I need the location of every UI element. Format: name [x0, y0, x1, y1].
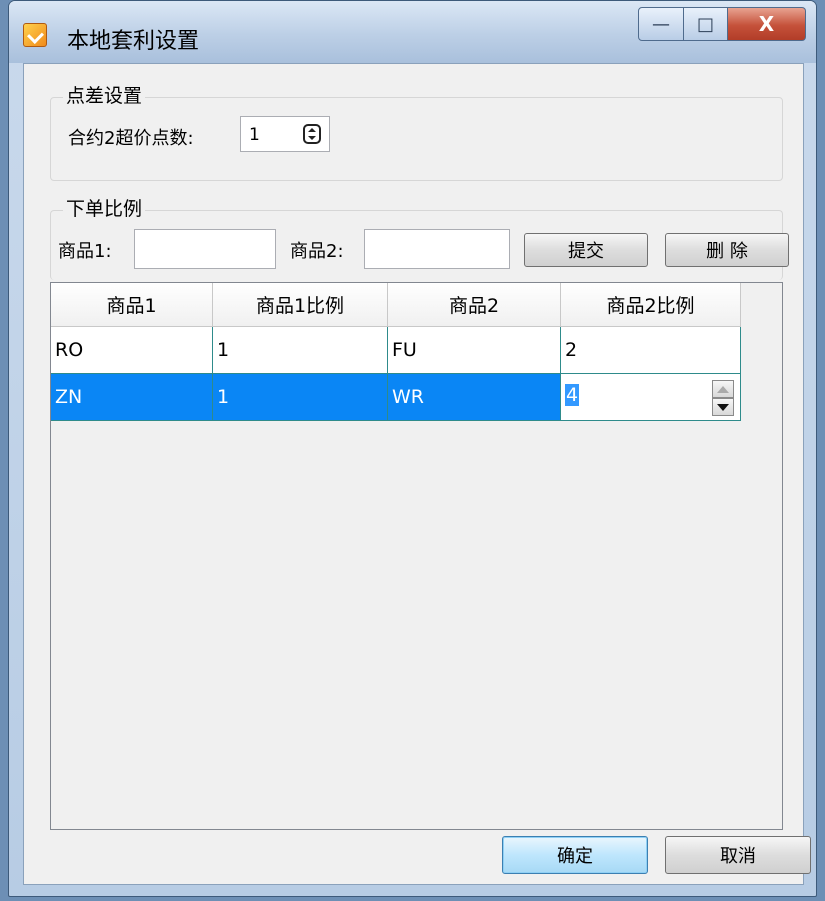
dialog-client-area: 点差设置 合约2超价点数: 1 下单比例 商品1: 商品2: 提交 删 除 商品…	[23, 63, 811, 885]
minimize-button[interactable]: —	[638, 7, 684, 41]
ratio-table[interactable]: 商品1 商品1比例 商品2 商品2比例 RO 1 FU 2 ZN 1 WR 4	[50, 282, 783, 830]
cell-item1-ratio[interactable]: 1	[213, 327, 388, 374]
item1-input[interactable]	[134, 229, 276, 269]
cell-item1-ratio[interactable]: 1	[213, 374, 388, 421]
spread-points-value: 1	[249, 125, 260, 145]
column-header-item2-ratio[interactable]: 商品2比例	[561, 283, 741, 327]
item2-input[interactable]	[364, 229, 510, 269]
window-title: 本地套利设置	[67, 29, 200, 54]
item1-label: 商品1:	[58, 241, 112, 262]
delete-button[interactable]: 删 除	[665, 233, 789, 267]
ratio-spin-buttons	[712, 380, 734, 416]
spread-points-spinbox[interactable]: 1	[240, 116, 330, 152]
cell-item2[interactable]: WR	[388, 374, 561, 421]
ok-button[interactable]: 确定	[502, 836, 648, 874]
cell-item2-ratio[interactable]: 2	[561, 327, 741, 374]
arrow-down-icon	[717, 403, 729, 411]
cell-item2[interactable]: FU	[388, 327, 561, 374]
maximize-button[interactable]: □	[684, 7, 728, 41]
settings-dialog: 本地套利设置 — □ X 点差设置 合约2超价点数: 1 下单比例 商品1: 商…	[8, 0, 817, 897]
ratio-edit-value[interactable]: 4	[565, 384, 580, 406]
spread-settings-legend: 点差设置	[63, 84, 146, 108]
table-row-selected[interactable]: ZN 1 WR 4	[51, 374, 741, 421]
arrow-up-icon	[717, 385, 729, 393]
cell-item1[interactable]: ZN	[51, 374, 213, 421]
window-controls: — □ X	[638, 7, 806, 41]
table-row[interactable]: RO 1 FU 2	[51, 327, 741, 374]
table-header-row: 商品1 商品1比例 商品2 商品2比例	[51, 283, 741, 327]
column-header-item1[interactable]: 商品1	[51, 283, 213, 327]
column-header-item1-ratio[interactable]: 商品1比例	[213, 283, 388, 327]
order-ratio-legend: 下单比例	[63, 197, 146, 221]
item2-label: 商品2:	[290, 241, 344, 262]
cell-item2-ratio-editor[interactable]: 4	[561, 374, 741, 421]
spin-down-button[interactable]	[712, 398, 734, 416]
cell-item1[interactable]: RO	[51, 327, 213, 374]
spread-points-label: 合约2超价点数:	[68, 128, 194, 149]
column-header-item2[interactable]: 商品2	[388, 283, 561, 327]
spin-updown-icon[interactable]	[303, 124, 321, 144]
close-button[interactable]: X	[728, 7, 806, 41]
title-bar[interactable]: 本地套利设置 — □ X	[9, 1, 816, 63]
app-icon	[23, 23, 47, 47]
spin-up-button[interactable]	[712, 380, 734, 398]
submit-button[interactable]: 提交	[524, 233, 648, 267]
cancel-button[interactable]: 取消	[665, 836, 811, 874]
